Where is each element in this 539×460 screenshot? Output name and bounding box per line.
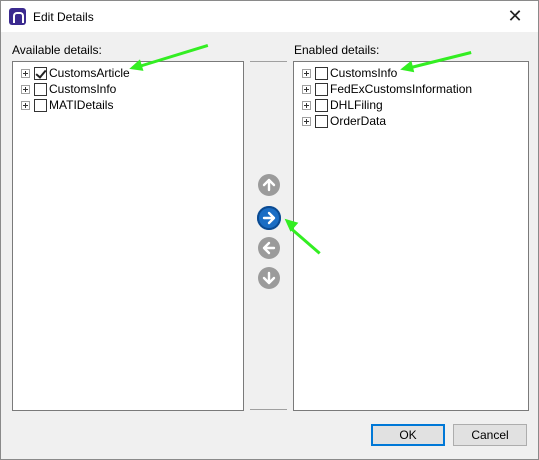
list-item[interactable]: MATIDetails bbox=[21, 97, 113, 113]
move-left-button[interactable] bbox=[258, 237, 280, 259]
expand-icon[interactable] bbox=[302, 116, 311, 126]
item-checkbox[interactable] bbox=[315, 82, 328, 96]
item-checkbox[interactable] bbox=[315, 66, 328, 80]
list-item[interactable]: DHLFiling bbox=[302, 97, 383, 113]
move-right-button[interactable] bbox=[257, 206, 281, 230]
edit-details-dialog: Edit Details ✕ Available details: Enable… bbox=[0, 0, 539, 460]
list-item[interactable]: CustomsInfo bbox=[21, 81, 116, 97]
item-label: OrderData bbox=[330, 114, 387, 128]
expand-icon[interactable] bbox=[21, 84, 30, 94]
list-item[interactable]: OrderData bbox=[302, 113, 386, 129]
title-bar: Edit Details ✕ bbox=[1, 1, 538, 32]
item-checkbox[interactable] bbox=[34, 66, 47, 80]
ok-button[interactable]: OK bbox=[371, 424, 445, 446]
enabled-details-list[interactable]: CustomsInfo FedExCustomsInformation DHLF… bbox=[293, 61, 529, 411]
item-checkbox[interactable] bbox=[34, 98, 47, 112]
middle-top-divider bbox=[250, 61, 287, 62]
item-label: CustomsInfo bbox=[330, 66, 398, 80]
move-down-button[interactable] bbox=[258, 267, 280, 289]
app-logo-icon bbox=[9, 8, 26, 25]
item-checkbox[interactable] bbox=[315, 98, 328, 112]
item-label: MATIDetails bbox=[49, 98, 114, 112]
window-title: Edit Details bbox=[33, 10, 94, 24]
arrow-up-icon bbox=[262, 178, 276, 192]
enabled-details-label: Enabled details: bbox=[294, 43, 380, 57]
arrow-down-icon bbox=[262, 271, 276, 285]
expand-icon[interactable] bbox=[302, 68, 311, 78]
arrow-left-icon bbox=[262, 241, 276, 255]
move-up-button[interactable] bbox=[258, 174, 280, 196]
arrow-right-icon bbox=[262, 211, 276, 225]
middle-bottom-divider bbox=[250, 409, 287, 410]
item-label: CustomsInfo bbox=[49, 82, 117, 96]
list-item[interactable]: CustomsInfo bbox=[302, 65, 397, 81]
item-label: DHLFiling bbox=[330, 98, 383, 112]
expand-icon[interactable] bbox=[21, 68, 30, 78]
list-item[interactable]: CustomsArticle bbox=[21, 65, 130, 81]
available-details-label: Available details: bbox=[12, 43, 102, 57]
item-label: CustomsArticle bbox=[49, 66, 130, 80]
available-details-list[interactable]: CustomsArticle CustomsInfo MATIDetails bbox=[12, 61, 244, 411]
expand-icon[interactable] bbox=[21, 100, 30, 110]
expand-icon[interactable] bbox=[302, 100, 311, 110]
list-item[interactable]: FedExCustomsInformation bbox=[302, 81, 472, 97]
cancel-button[interactable]: Cancel bbox=[453, 424, 527, 446]
item-checkbox[interactable] bbox=[34, 82, 47, 96]
expand-icon[interactable] bbox=[302, 84, 311, 94]
item-checkbox[interactable] bbox=[315, 114, 328, 128]
close-icon[interactable]: ✕ bbox=[492, 1, 538, 32]
item-label: FedExCustomsInformation bbox=[330, 82, 473, 96]
